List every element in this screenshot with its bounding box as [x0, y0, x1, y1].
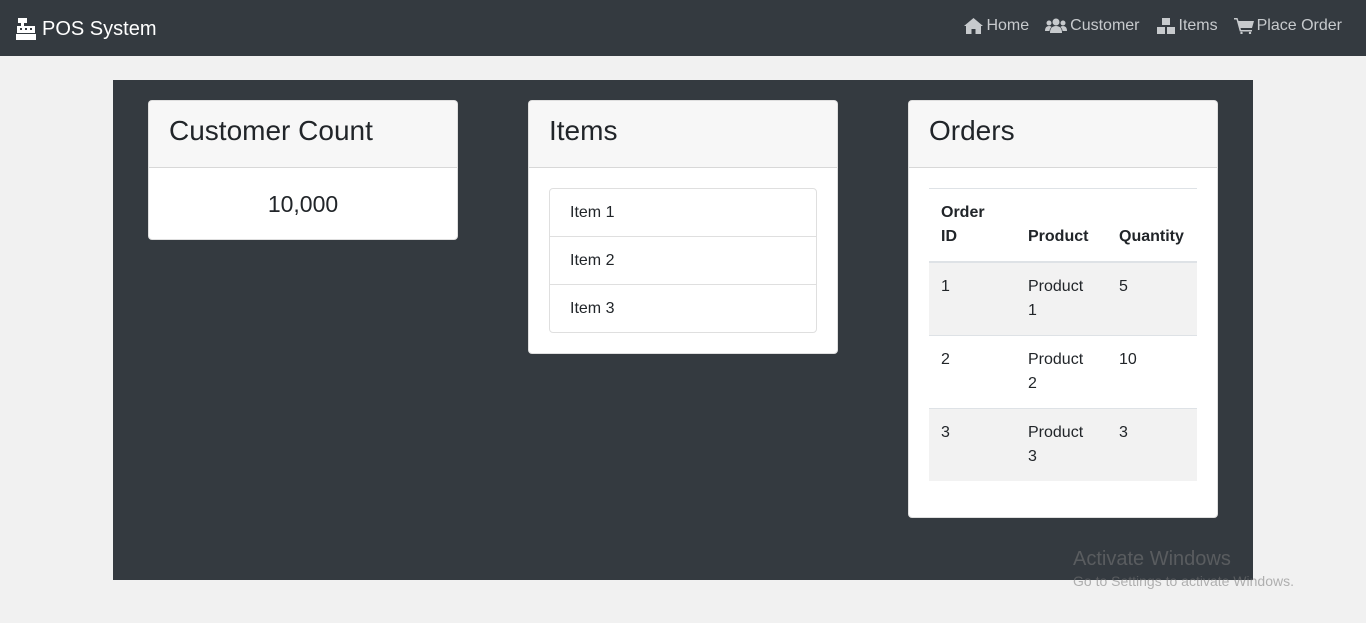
nav-home-label: Home	[986, 17, 1030, 34]
list-item[interactable]: Item 2	[550, 237, 816, 285]
table-row: 2 Product 2 10	[929, 335, 1197, 409]
cell-quantity: 5	[1107, 261, 1197, 336]
cart-icon	[1233, 18, 1254, 34]
cubes-icon	[1156, 18, 1175, 34]
navbar: POS System Home Customer Items Place Ord…	[0, 0, 1366, 56]
cell-product: Product 3	[1016, 408, 1107, 481]
nav-customer[interactable]: Customer	[1045, 17, 1140, 35]
orders-card: Orders Order ID Product Quantity 1 Produ…	[908, 100, 1218, 518]
brand-name: POS System	[42, 17, 157, 40]
items-title: Items	[529, 101, 837, 168]
cell-product: Product 2	[1016, 335, 1107, 409]
customer-count-title: Customer Count	[149, 101, 457, 168]
nav-home[interactable]: Home	[964, 17, 1029, 35]
list-item[interactable]: Item 1	[550, 189, 816, 237]
orders-table: Order ID Product Quantity 1 Product 1 5 …	[929, 188, 1197, 481]
nav-items[interactable]: Items	[1156, 17, 1218, 35]
watermark-title: Activate Windows	[1073, 548, 1231, 570]
column-header-product: Product	[1016, 188, 1107, 263]
watermark-subtitle: Go to Settings to activate Windows.	[1073, 573, 1294, 589]
home-icon	[964, 18, 984, 34]
items-list: Item 1 Item 2 Item 3	[549, 188, 817, 333]
cell-quantity: 10	[1107, 335, 1197, 409]
cell-product: Product 1	[1016, 261, 1107, 336]
brand[interactable]: POS System	[16, 15, 156, 43]
nav-items-label: Items	[1178, 17, 1218, 34]
activate-windows-watermark: Activate Windows Go to Settings to activ…	[1073, 548, 1294, 589]
list-item[interactable]: Item 3	[550, 285, 816, 332]
cell-order-id: 2	[929, 335, 1016, 409]
cash-register-icon	[16, 18, 36, 40]
table-row: 1 Product 1 5	[929, 261, 1197, 336]
customer-count-value: 10,000	[267, 191, 339, 217]
users-icon	[1045, 18, 1068, 33]
table-row: 3 Product 3 3	[929, 408, 1197, 481]
nav-place-order[interactable]: Place Order	[1233, 17, 1342, 35]
cell-quantity: 3	[1107, 408, 1197, 481]
nav-links: Home Customer Items Place Order	[948, 17, 1342, 35]
cell-order-id: 3	[929, 408, 1016, 481]
column-header-quantity: Quantity	[1107, 188, 1197, 263]
dashboard-panel: Customer Count 10,000 Items Item 1 Item …	[113, 80, 1253, 580]
nav-place-order-label: Place Order	[1256, 17, 1342, 34]
column-header-order-id: Order ID	[929, 188, 1016, 263]
customer-count-card: Customer Count 10,000	[148, 100, 458, 240]
items-card: Items Item 1 Item 2 Item 3	[528, 100, 838, 354]
nav-customer-label: Customer	[1070, 17, 1140, 34]
orders-title: Orders	[909, 101, 1217, 168]
cell-order-id: 1	[929, 261, 1016, 336]
